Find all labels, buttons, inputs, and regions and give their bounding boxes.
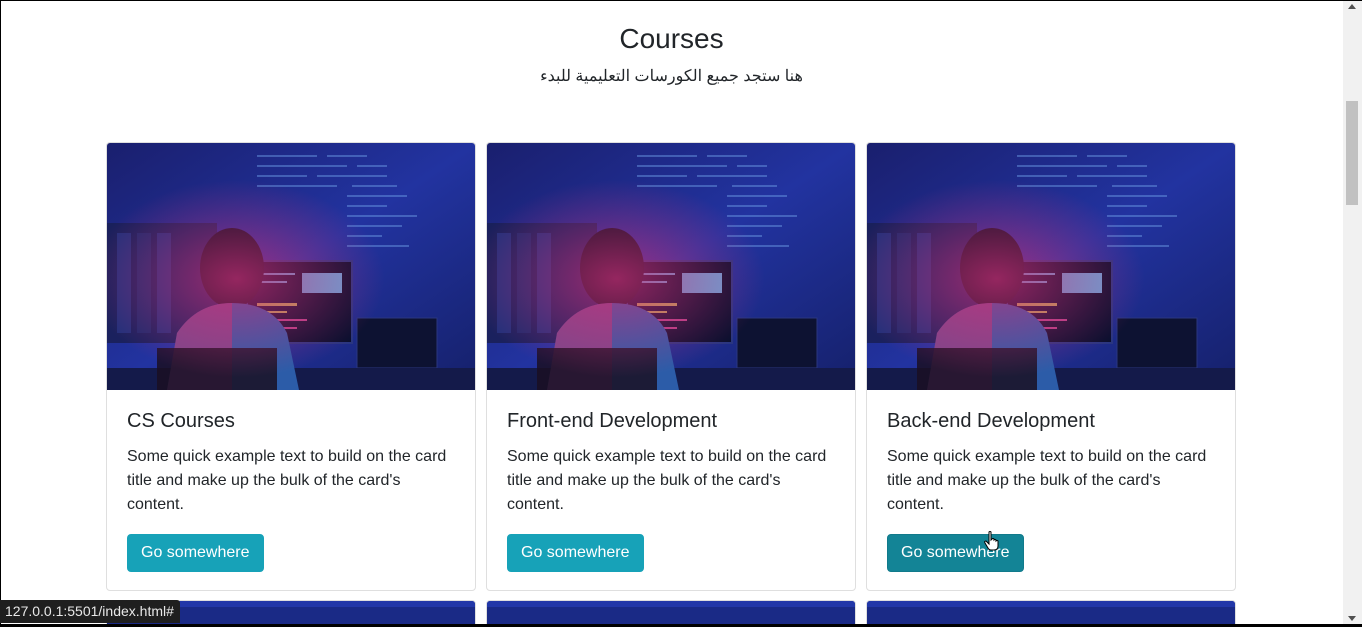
scroll-up-arrow-icon[interactable] (1348, 4, 1356, 9)
course-card-partial (486, 600, 856, 624)
course-card-cs: CS Courses Some quick example text to bu… (106, 142, 476, 591)
scroll-down-arrow-icon[interactable] (1348, 616, 1356, 621)
course-card-backend: Back-end Development Some quick example … (866, 142, 1236, 591)
link-status-bar: 127.0.0.1:5501/index.html# (0, 600, 180, 623)
card-image (487, 601, 855, 624)
card-image (487, 143, 855, 390)
card-title: Back-end Development (887, 410, 1095, 432)
card-image (107, 143, 475, 390)
card-text: Some quick example text to build on the … (127, 448, 447, 513)
card-title: Front-end Development (507, 410, 718, 432)
hand-pointer-icon (984, 531, 999, 551)
page-content: Courses هنا ستجد جميع الكورسات التعليمية… (0, 0, 1343, 624)
go-somewhere-button[interactable]: Go somewhere (507, 534, 644, 572)
course-card-frontend: Front-end Development Some quick example… (486, 142, 856, 591)
go-somewhere-button[interactable]: Go somewhere (127, 534, 264, 572)
card-text: Some quick example text to build on the … (887, 448, 1207, 513)
page-subtitle: هنا ستجد جميع الكورسات التعليمية للبدء (540, 68, 803, 85)
card-text: Some quick example text to build on the … (507, 448, 827, 513)
vertical-scrollbar[interactable] (1343, 1, 1362, 624)
course-card-partial (866, 600, 1236, 624)
scrollbar-thumb[interactable] (1346, 101, 1358, 205)
card-image (867, 143, 1235, 390)
page-title: Courses (619, 23, 724, 54)
card-title: CS Courses (127, 410, 235, 432)
card-image (867, 601, 1235, 624)
go-somewhere-button[interactable]: Go somewhere (887, 534, 1024, 572)
